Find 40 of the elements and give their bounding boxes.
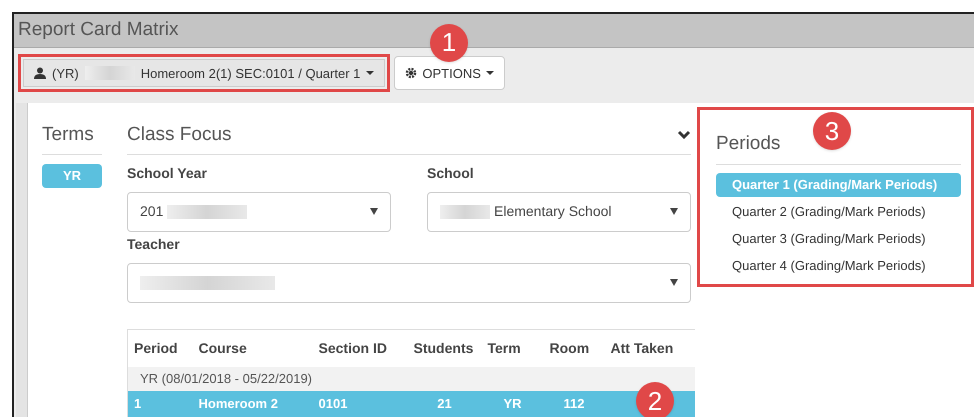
group-row-label: YR (08/01/2018 - 05/22/2019) [128,367,694,391]
window-title: Report Card Matrix [18,18,178,42]
dropdown-arrow-icon [670,208,678,215]
select-field[interactable]: 201 [127,192,391,232]
table-cell: 112 [544,391,604,417]
dropdown-arrow-icon [670,279,678,286]
redacted-blur-icon [140,276,275,290]
redacted-blur-icon [440,204,490,218]
caret-icon [486,71,494,76]
table-cell: 1 [128,391,192,417]
column-header: Students [408,329,482,367]
class-focus-heading: Class Focus [127,123,232,147]
period-item[interactable]: Quarter 3 (Grading/Mark Periods) [716,226,961,250]
terms-heading: Terms [42,121,102,154]
column-header: Section ID [312,329,408,367]
table-cell: 0101 [312,391,408,417]
column-header: Period [128,329,192,367]
caret-icon [366,71,374,76]
period-item[interactable]: Quarter 2 (Grading/Mark Periods) [716,200,961,224]
dropdown-arrow-icon [370,208,378,215]
table-cell: 21 [408,391,482,417]
column-header: Term [482,329,544,367]
column-header: Att Taken [604,329,694,367]
settings-icon [405,67,418,80]
table-cell: Homeroom 2 [192,391,312,417]
redacted-blur-icon [167,204,248,218]
field-label: School Year [127,164,208,182]
select-field[interactable]: Elementary School [427,192,691,232]
options-button[interactable]: OPTIONS [394,56,505,90]
chevron-icon[interactable] [677,130,691,140]
field-label: Teacher [127,234,181,254]
callout-badge: 3 [813,112,851,150]
user-icon [34,67,46,80]
column-header: Room [544,329,604,367]
table-cell: YR [482,391,544,417]
select-field[interactable] [127,262,691,302]
field-label: School [427,164,475,182]
period-item[interactable]: Quarter 4 (Grading/Mark Periods) [716,254,961,278]
column-header: Course [192,329,312,367]
class-selector-dropdown[interactable]: (YR) Homeroom 2(1) SEC:0101 / Quarter 1 [23,59,386,88]
